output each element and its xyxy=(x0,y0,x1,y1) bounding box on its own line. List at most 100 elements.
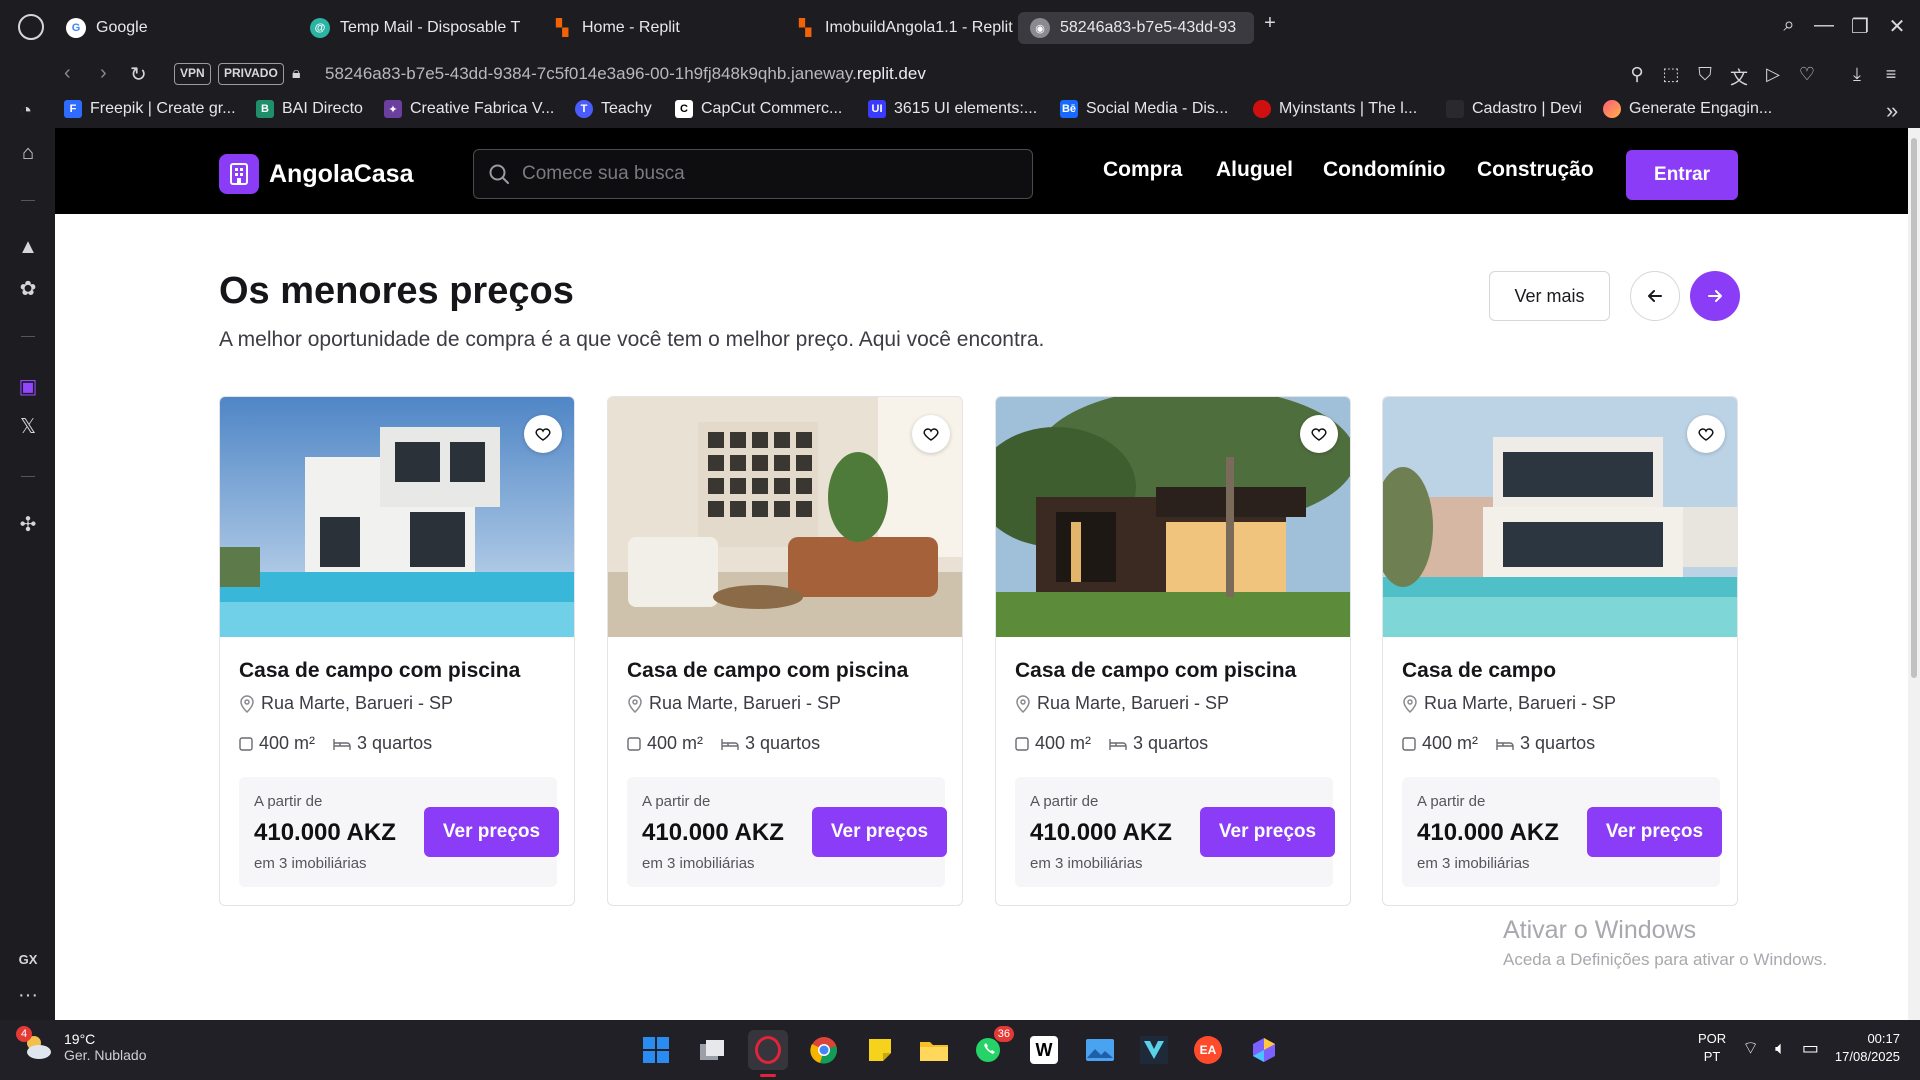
maximize-button[interactable]: ❐ xyxy=(1846,14,1874,39)
property-photo[interactable] xyxy=(220,397,574,637)
aria-icon[interactable]: ▲ xyxy=(16,236,40,259)
tab-active-app[interactable]: ◉ 58246a83-b7e5-43dd-93 xyxy=(1018,12,1254,44)
bookmark-item[interactable]: F Freepik | Create gr... xyxy=(64,100,236,118)
replit-icon: ▚ xyxy=(555,20,569,37)
bookmark-item[interactable]: ✦ Creative Fabrica V... xyxy=(384,100,554,118)
see-prices-button[interactable]: Ver preços xyxy=(1587,807,1722,857)
property-card[interactable]: Casa de campo com piscina Rua Marte, Bar… xyxy=(607,396,963,906)
vpn-badge[interactable]: VPN xyxy=(174,63,211,85)
private-badge[interactable]: PRIVADO xyxy=(218,63,284,85)
translate-icon[interactable]: 文 xyxy=(1728,64,1750,90)
volume-icon[interactable]: 🔈︎ xyxy=(1775,1038,1786,1059)
history-icon[interactable]: ◔ xyxy=(20,100,32,123)
property-title: Casa de campo xyxy=(1402,659,1557,682)
favorite-button[interactable] xyxy=(524,415,562,453)
location-pin-icon xyxy=(1016,694,1030,713)
nav-compra[interactable]: Compra xyxy=(1103,158,1182,182)
favorite-button[interactable] xyxy=(1687,415,1725,453)
chrome-icon[interactable] xyxy=(804,1030,844,1070)
search-input[interactable] xyxy=(522,163,1002,185)
more-icon[interactable]: ··· xyxy=(16,984,40,1007)
page-scrollbar[interactable] xyxy=(1908,128,1920,1020)
task-view-icon[interactable] xyxy=(692,1030,732,1070)
see-more-button[interactable]: Ver mais xyxy=(1489,271,1610,321)
bookmark-item[interactable]: T Teachy xyxy=(575,100,652,118)
bookmark-item[interactable]: Cadastro | Devi xyxy=(1446,100,1582,118)
copilot-icon[interactable] xyxy=(1244,1030,1284,1070)
property-card[interactable]: Casa de campo com piscina Rua Marte, Bar… xyxy=(995,396,1351,906)
battery-icon[interactable]: ▭ xyxy=(1802,1038,1819,1059)
windows-start-icon[interactable] xyxy=(636,1030,676,1070)
property-photo[interactable] xyxy=(608,397,962,637)
forward-button[interactable]: › xyxy=(100,62,107,85)
language-indicator[interactable]: POR PT xyxy=(1698,1030,1726,1066)
tab-imobuild-replit[interactable]: ▚ ImobuildAngola1.1 - Replit xyxy=(783,12,1018,44)
globe-icon: ◉ xyxy=(1030,18,1050,38)
property-photo[interactable] xyxy=(1383,397,1737,637)
workspace-icon[interactable]: ⌂ xyxy=(16,142,40,165)
back-button[interactable]: ‹ xyxy=(64,62,71,85)
photos-icon[interactable] xyxy=(1080,1030,1120,1070)
x-icon[interactable]: 𝕏 xyxy=(16,414,40,439)
capcut-taskbar-icon[interactable]: W xyxy=(1024,1030,1064,1070)
login-button[interactable]: Entrar xyxy=(1626,150,1738,200)
minimize-button[interactable]: — xyxy=(1810,14,1838,37)
valorant-icon[interactable] xyxy=(1134,1030,1174,1070)
clock[interactable]: 00:17 17/08/2025 xyxy=(1835,1030,1900,1066)
wifi-icon[interactable]: ⌔ xyxy=(1742,1037,1759,1060)
see-prices-button[interactable]: Ver preços xyxy=(424,807,559,857)
weather-widget[interactable]: 4 19°C Ger. Nublado xyxy=(16,1026,147,1064)
tab-home-replit[interactable]: ▚ Home - Replit xyxy=(540,12,780,44)
see-prices-button[interactable]: Ver preços xyxy=(812,807,947,857)
opera-gx-taskbar-icon[interactable] xyxy=(748,1030,788,1070)
new-tab-button[interactable]: + xyxy=(1256,12,1284,35)
property-card[interactable]: Casa de campo com piscina Rua Marte, Bar… xyxy=(219,396,575,906)
opera-logo-icon[interactable] xyxy=(18,14,44,40)
file-explorer-icon[interactable] xyxy=(914,1030,954,1070)
favorite-button[interactable] xyxy=(912,415,950,453)
devi-icon xyxy=(1446,100,1464,118)
snapshot-icon[interactable]: ⬚ xyxy=(1660,64,1682,85)
twitch-icon[interactable]: ▣ xyxy=(16,374,40,399)
search-box[interactable] xyxy=(473,149,1033,199)
menu-icon[interactable]: ≡ xyxy=(1880,64,1902,85)
url-field[interactable]: 58246a83-b7e5-43dd-9384-7c5f014e3a96-00-… xyxy=(325,60,926,88)
close-window-button[interactable]: ✕ xyxy=(1883,14,1911,39)
lock-icon[interactable]: 🔒︎ xyxy=(292,65,301,83)
bookmark-item[interactable]: Generate Engagin... xyxy=(1603,100,1772,118)
tab-google[interactable]: G Google xyxy=(54,12,294,44)
search-tabs-icon[interactable]: ⌕ xyxy=(1775,14,1803,37)
carousel-next-button[interactable] xyxy=(1690,271,1740,321)
favorite-button[interactable] xyxy=(1300,415,1338,453)
heart-icon[interactable]: ♡ xyxy=(1796,64,1818,85)
carousel-prev-button[interactable] xyxy=(1630,271,1680,321)
whatsapp-icon[interactable]: 36 xyxy=(968,1026,1014,1070)
shield-icon[interactable]: ⛉ xyxy=(1694,64,1716,85)
see-prices-button[interactable]: Ver preços xyxy=(1200,807,1335,857)
chatgpt-icon[interactable]: ✿ xyxy=(16,276,40,301)
tab-temp-mail[interactable]: @ Temp Mail - Disposable T xyxy=(298,12,533,44)
brand-logo[interactable]: AngolaCasa xyxy=(219,154,413,194)
property-photo[interactable] xyxy=(996,397,1350,637)
bookmark-item[interactable]: B BAI Directo xyxy=(256,100,363,118)
bookmark-item[interactable]: UI 3615 UI elements:... xyxy=(868,100,1037,118)
scrollbar-thumb[interactable] xyxy=(1911,138,1917,678)
download-icon[interactable]: ⤓ xyxy=(1846,64,1868,85)
property-features: 400 m² 3 quartos xyxy=(1402,733,1595,754)
nav-aluguel[interactable]: Aluguel xyxy=(1216,158,1293,182)
property-card[interactable]: Casa de campo Rua Marte, Barueri - SP 40… xyxy=(1382,396,1738,906)
bookmark-item[interactable]: C CapCut Commerc... xyxy=(675,100,842,118)
reload-button[interactable]: ↻ xyxy=(130,62,147,87)
nav-construcao[interactable]: Construção xyxy=(1477,158,1594,182)
gx-icon[interactable]: GX xyxy=(16,952,40,967)
extensions-icon[interactable]: ✣ xyxy=(16,512,40,537)
bookmark-item[interactable]: Bē Social Media - Dis... xyxy=(1060,100,1228,118)
ea-icon[interactable]: EA xyxy=(1188,1030,1228,1070)
pin-icon[interactable]: ⚲ xyxy=(1626,64,1648,85)
more-bookmarks-icon[interactable]: » xyxy=(1886,98,1898,124)
play-icon[interactable]: ▷ xyxy=(1762,64,1784,85)
sticky-notes-icon[interactable] xyxy=(860,1030,900,1070)
property-title: Casa de campo com piscina xyxy=(1015,659,1297,682)
nav-condominio[interactable]: Condomínio xyxy=(1323,158,1445,182)
bookmark-item[interactable]: Myinstants | The l... xyxy=(1253,100,1417,118)
